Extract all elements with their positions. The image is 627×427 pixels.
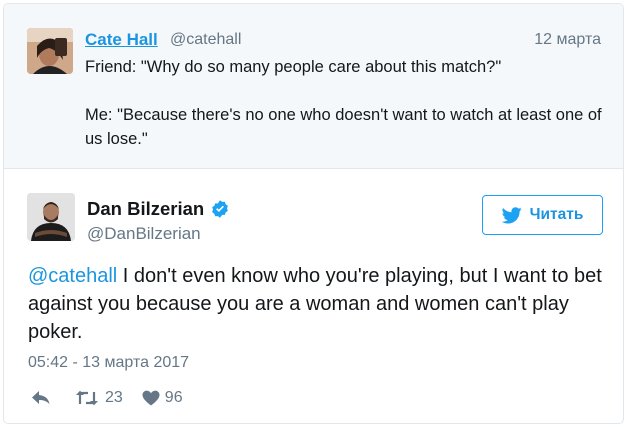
parent-author-avatar[interactable] [27,28,73,74]
reply-button[interactable] [31,390,51,406]
parent-tweet-text: Friend: "Why do so many people care abou… [85,55,605,151]
like-count: 96 [164,389,183,406]
tweet-actions: 23 96 [31,389,183,407]
parent-tweet-date[interactable]: 12 марта [534,31,601,49]
verified-badge-icon [212,200,229,218]
parent-tweet[interactable]: Cate Hall @catehall 12 марта Friend: "Wh… [4,4,623,169]
parent-text-line: Me: "Because there's no one who doesn't … [85,106,602,148]
retweet-count: 23 [105,389,123,406]
parent-author-name[interactable]: Cate Hall [85,30,158,50]
like-button[interactable]: 96 [142,389,183,407]
parent-text-line: Friend: "Why do so many people care abou… [85,58,502,76]
reply-icon [32,391,50,404]
follow-button[interactable]: Читать [482,195,603,235]
author-name-row: Dan Bilzerian [87,198,230,220]
retweet-button[interactable]: 23 [75,389,123,407]
avatar-photo-icon [27,193,75,241]
avatar-photo-icon [27,28,73,74]
author-name[interactable]: Dan Bilzerian [87,198,204,220]
follow-button-label: Читать [529,206,584,223]
mention-link[interactable]: @catehall [28,265,117,287]
twitter-bird-icon [501,206,522,223]
tweet-embed-card: Cate Hall @catehall 12 марта Friend: "Wh… [3,3,624,424]
parent-author-handle[interactable]: @catehall [170,31,241,49]
author-avatar[interactable] [27,193,75,241]
tweet-text: @catehall I don't even know who you're p… [28,262,608,346]
heart-icon [142,390,160,406]
retweet-icon [76,390,98,406]
author-handle[interactable]: @DanBilzerian [87,224,201,244]
tweet-timestamp[interactable]: 05:42 - 13 марта 2017 [28,354,189,372]
